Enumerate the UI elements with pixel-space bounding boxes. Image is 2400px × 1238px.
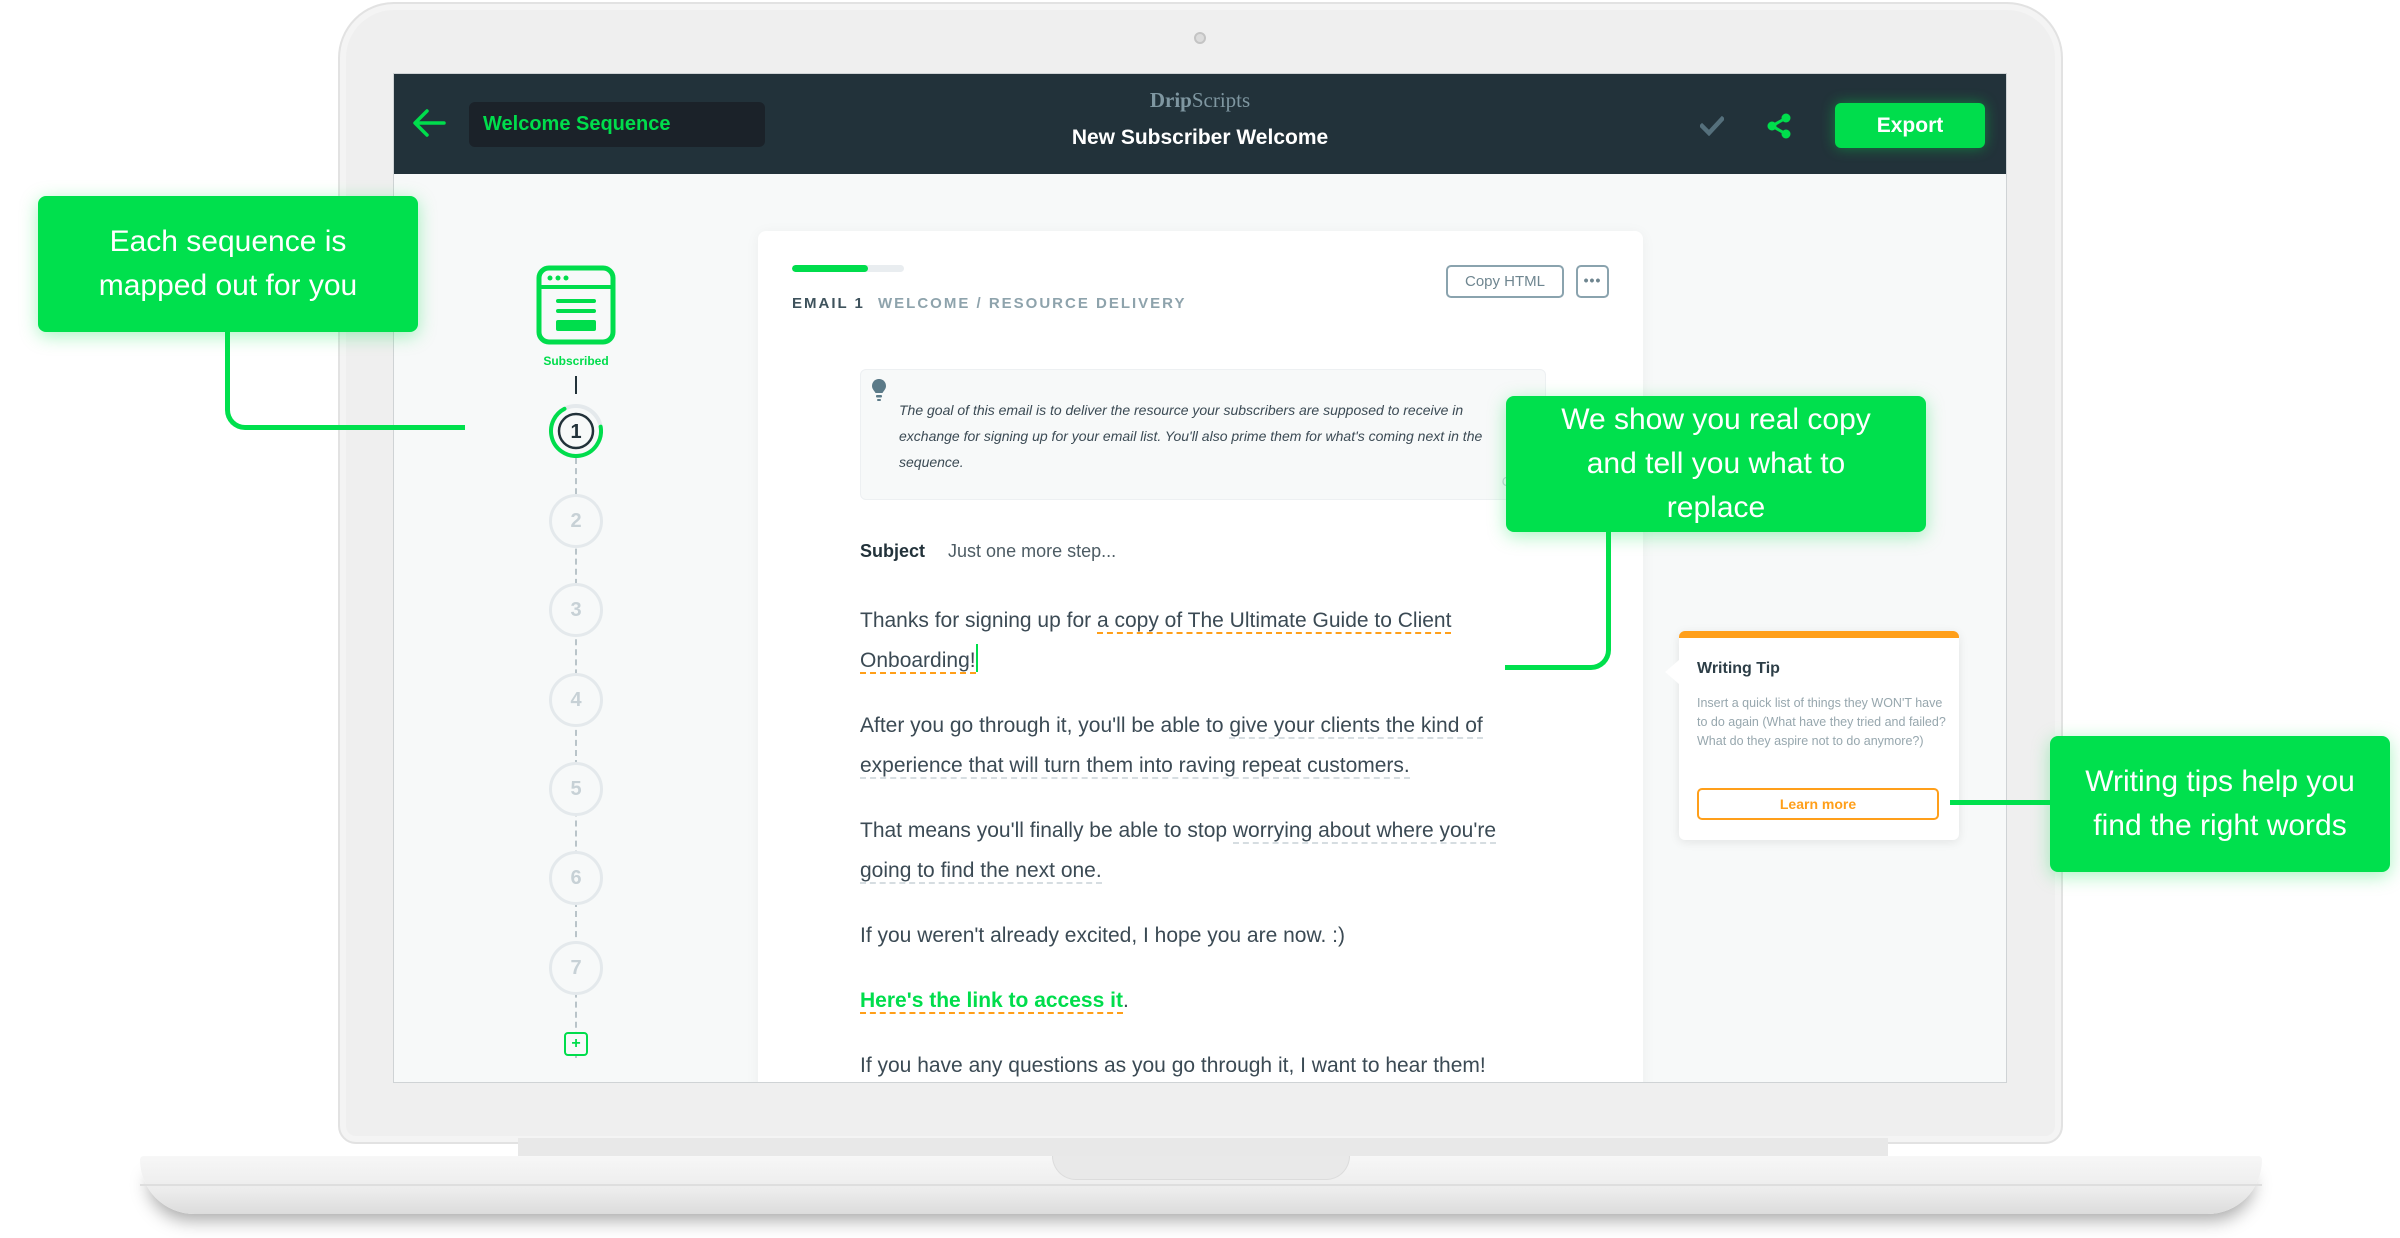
body-paragraph-1: Thanks for signing up for a copy of The … — [860, 601, 1540, 681]
lightbulb-icon — [872, 379, 886, 401]
callout-connector-tips — [1950, 800, 2050, 805]
app-header: Welcome Sequence DripScripts New Subscri… — [394, 74, 2006, 174]
brand-light: Scripts — [1191, 88, 1251, 112]
email-progress-fill — [792, 265, 869, 272]
base-edge-line — [140, 1184, 2262, 1186]
check-icon[interactable] — [1700, 116, 1724, 136]
page-title: New Subscriber Welcome — [1071, 126, 1329, 149]
writing-tip-text: Insert a quick list of things they WON'T… — [1697, 696, 1946, 748]
body-paragraph-5: Here's the link to access it. — [860, 981, 1540, 1021]
timeline-tick — [575, 376, 577, 394]
export-button[interactable]: Export — [1835, 103, 1985, 148]
callout-connector-copy — [1505, 530, 1611, 670]
subject-input[interactable]: Just one more step... — [948, 541, 1116, 561]
laptop-base — [140, 1156, 2262, 1214]
p1-text: Thanks for signing up for — [860, 609, 1097, 632]
timeline-step-5[interactable]: 5 — [549, 762, 603, 816]
camera-dot — [1194, 32, 1206, 44]
callout-sequence: Each sequence is mapped out for you — [38, 196, 418, 332]
subject-label: Subject — [860, 541, 926, 561]
body-paragraph-6: If you have any questions as you go thro… — [860, 1054, 1486, 1077]
share-icon[interactable] — [1766, 113, 1792, 139]
callout-tips: Writing tips help you find the right wor… — [2050, 736, 2390, 872]
learn-more-button[interactable]: Learn more — [1697, 788, 1939, 820]
base-notch — [1052, 1156, 1350, 1180]
writing-tip-card: Writing Tip Insert a quick list of thing… — [1665, 631, 1959, 840]
email-number: EMAIL 1 — [792, 295, 865, 312]
add-step-button[interactable]: + — [564, 1032, 588, 1056]
timeline-step-1[interactable]: 1 — [549, 404, 603, 458]
laptop-hinge — [518, 1138, 1888, 1158]
email-type: WELCOME / RESOURCE DELIVERY — [878, 295, 1187, 312]
app-screen: Welcome Sequence DripScripts New Subscri… — [393, 73, 2007, 1083]
brand-logo: DripScripts — [394, 88, 2006, 113]
callout-copy: We show you real copy and tell you what … — [1506, 396, 1926, 532]
subject-row: Subject Just one more step... — [860, 541, 1116, 562]
brand-bold: Drip — [1149, 88, 1192, 112]
text-cursor — [975, 644, 978, 672]
more-options-button[interactable]: ••• — [1576, 265, 1609, 298]
copy-html-button[interactable]: Copy HTML — [1446, 265, 1564, 298]
tip-pointer — [1665, 660, 1679, 684]
timeline-step-7[interactable]: 7 — [549, 941, 603, 995]
body-paragraph-3: That means you'll finally be able to sto… — [860, 811, 1540, 891]
body-paragraph-2: After you go through it, you'll be able … — [860, 706, 1540, 786]
email-progress-bar — [792, 265, 904, 272]
subscribed-label: Subscribed — [543, 354, 609, 368]
email-body-editor[interactable]: Thanks for signing up for a copy of The … — [860, 601, 1540, 1082]
body-paragraph-4: If you weren't already excited, I hope y… — [860, 924, 1345, 947]
timeline-step-6[interactable]: 6 — [549, 851, 603, 905]
callout-connector-sequence — [225, 330, 465, 430]
p3-text: That means you'll finally be able to sto… — [860, 819, 1233, 842]
p5-end: . — [1122, 989, 1129, 1012]
p2-text: After you go through it, you'll be able … — [860, 714, 1230, 737]
timeline-step-4[interactable]: 4 — [549, 673, 603, 727]
access-link[interactable]: Here's the link to access it — [860, 989, 1123, 1014]
timeline-step-2[interactable]: 2 — [549, 494, 603, 548]
writing-tip-title: Writing Tip — [1697, 660, 1780, 677]
email-goal-box: The goal of this email is to deliver the… — [860, 369, 1546, 500]
email-goal-text: The goal of this email is to deliver the… — [899, 402, 1483, 470]
timeline-step-3[interactable]: 3 — [549, 583, 603, 637]
subscribed-form-icon[interactable] — [536, 265, 616, 345]
